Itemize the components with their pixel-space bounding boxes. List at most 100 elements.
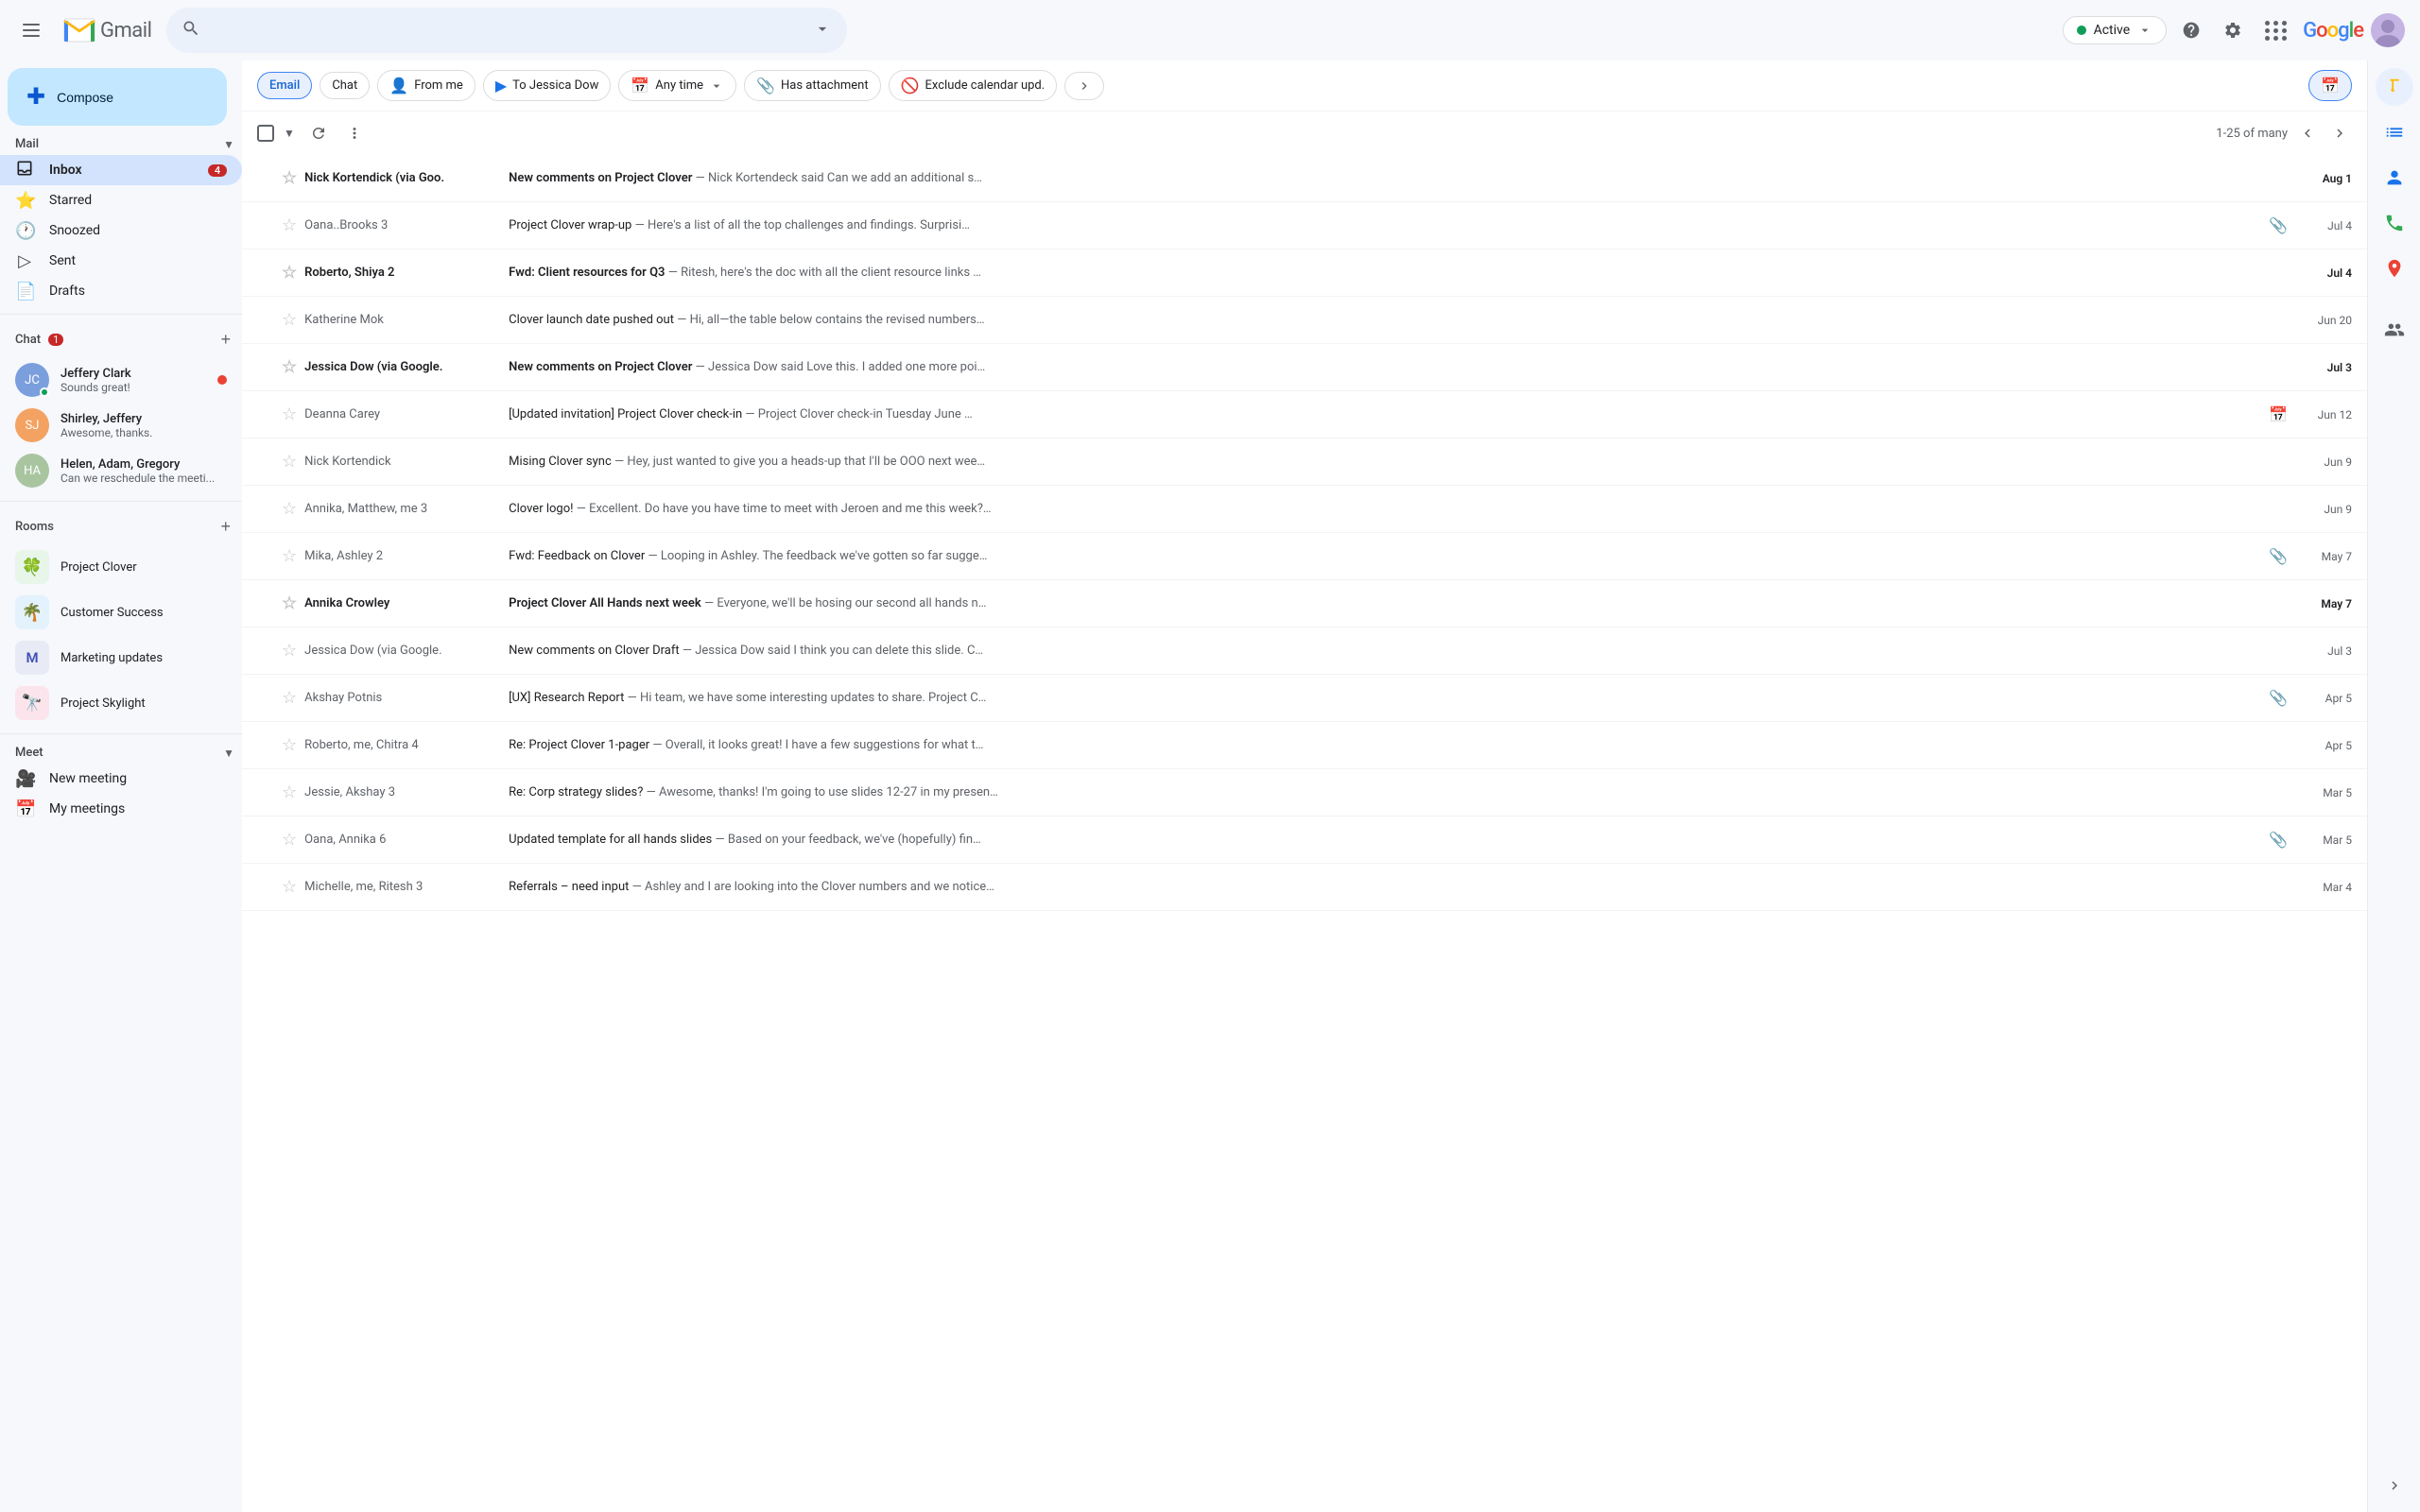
drafts-icon: 📄 xyxy=(15,282,34,301)
chat-section-header[interactable]: Chat 1 + xyxy=(0,322,242,357)
sidebar-item-inbox[interactable]: Inbox 4 xyxy=(0,155,242,185)
apps-button[interactable] xyxy=(2257,13,2295,48)
room-item-0[interactable]: 🍀 Project Clover xyxy=(0,544,242,590)
email-row[interactable]: ☆ Jessica Dow (via Google. New comments … xyxy=(242,627,2367,675)
star-icon[interactable]: ☆ xyxy=(282,263,297,283)
chat-item-0[interactable]: JC Jeffery Clark Sounds great! xyxy=(0,357,242,403)
chat-item-1[interactable]: SJ Shirley, Jeffery Awesome, thanks. xyxy=(0,403,242,448)
compose-button[interactable]: ✚ Compose xyxy=(8,68,227,126)
contacts-panel-icon[interactable] xyxy=(2376,159,2413,197)
hamburger-button[interactable] xyxy=(15,14,47,46)
star-icon[interactable]: ☆ xyxy=(282,782,297,802)
filter-to-jessica[interactable]: ▶ To Jessica Dow xyxy=(483,70,612,101)
prev-page-button[interactable] xyxy=(2295,121,2320,146)
filter-from-me[interactable]: 👤 From me xyxy=(377,70,475,101)
email-row[interactable]: ☆ Annika, Matthew, me 3 Clover logo! — E… xyxy=(242,486,2367,533)
help-button[interactable] xyxy=(2174,13,2208,47)
star-icon[interactable]: ☆ xyxy=(282,215,297,235)
star-icon[interactable]: ☆ xyxy=(282,546,297,566)
star-icon[interactable]: ☆ xyxy=(282,830,297,850)
chat-item-2[interactable]: HA Helen, Adam, Gregory Can we reschedul… xyxy=(0,448,242,493)
people-panel-icon[interactable] xyxy=(2376,311,2413,349)
search-options-button[interactable] xyxy=(813,20,832,42)
settings-button[interactable] xyxy=(2216,13,2250,47)
chat-add-button[interactable]: + xyxy=(216,326,234,353)
email-row[interactable]: ☆ Roberto, me, Chitra 4 Re: Project Clov… xyxy=(242,722,2367,769)
rooms-section-header[interactable]: Rooms + xyxy=(0,509,242,544)
maps-panel-icon[interactable] xyxy=(2376,249,2413,287)
email-row[interactable]: ☆ Nick Kortendick (via Goo. New comments… xyxy=(242,155,2367,202)
meet-section-header[interactable]: Meet ▼ xyxy=(0,742,242,764)
star-icon[interactable]: ☆ xyxy=(282,499,297,519)
active-status-badge[interactable]: Active xyxy=(2063,16,2168,44)
email-row[interactable]: ☆ Nick Kortendick Mising Clover sync — H… xyxy=(242,438,2367,486)
email-row[interactable]: ☆ Akshay Potnis [UX] Research Report — H… xyxy=(242,675,2367,722)
select-dropdown-button[interactable]: ▼ xyxy=(282,125,297,142)
sidebar-item-starred[interactable]: ⭐ Starred xyxy=(0,185,242,215)
star-icon[interactable]: ☆ xyxy=(282,168,297,188)
star-icon[interactable]: ☆ xyxy=(282,310,297,330)
email-row[interactable]: ☆ Deanna Carey [Updated invitation] Proj… xyxy=(242,391,2367,438)
meet-new-meeting[interactable]: 🎥 New meeting xyxy=(0,764,242,794)
more-options-button[interactable] xyxy=(340,119,369,147)
email-row[interactable]: ☆ Jessie, Akshay 3 Re: Corp strategy sli… xyxy=(242,769,2367,816)
next-page-button[interactable] xyxy=(2327,121,2352,146)
filter-has-attachment[interactable]: 📎 Has attachment xyxy=(744,70,881,101)
filter-chat-tab[interactable]: Chat xyxy=(320,72,370,99)
room-item-1[interactable]: 🌴 Customer Success xyxy=(0,590,242,635)
star-icon[interactable]: ☆ xyxy=(282,593,297,613)
email-row[interactable]: ☆ Roberto, Shiya 2 Fwd: Client resources… xyxy=(242,249,2367,297)
refresh-button[interactable] xyxy=(304,119,333,147)
compose-label: Compose xyxy=(57,90,113,105)
filter-email-tab[interactable]: Email xyxy=(257,72,312,99)
email-subject: Project Clover wrap-up — Here's a list o… xyxy=(493,218,2269,232)
filter-exclude-calendar[interactable]: 🚫 Exclude calendar upd. xyxy=(889,70,1058,101)
email-sender: Mika, Ashley 2 xyxy=(304,549,493,563)
meet-my-meetings[interactable]: 📅 My meetings xyxy=(0,794,242,824)
star-icon[interactable]: ☆ xyxy=(282,641,297,661)
email-row[interactable]: ☆ Oana..Brooks 3 Project Clover wrap-up … xyxy=(242,202,2367,249)
email-row[interactable]: ☆ Katherine Mok Clover launch date pushe… xyxy=(242,297,2367,344)
star-icon[interactable]: ☆ xyxy=(282,452,297,472)
email-row[interactable]: ☆ Michelle, me, Ritesh 3 Referrals – nee… xyxy=(242,864,2367,911)
sidebar-item-drafts[interactable]: 📄 Drafts xyxy=(0,276,242,306)
select-all-checkbox[interactable] xyxy=(257,125,274,142)
star-icon[interactable]: ☆ xyxy=(282,735,297,755)
filter-any-time[interactable]: 📅 Any time xyxy=(618,70,736,101)
from-me-icon: 👤 xyxy=(389,77,408,94)
phone-panel-icon[interactable] xyxy=(2376,204,2413,242)
gmail-logo[interactable]: Gmail xyxy=(62,13,151,47)
room-item-2[interactable]: M Marketing updates xyxy=(0,635,242,680)
email-sender: Oana..Brooks 3 xyxy=(304,218,493,232)
user-avatar[interactable] xyxy=(2371,13,2405,47)
keep-panel-icon[interactable] xyxy=(2376,68,2413,106)
email-sender: Jessica Dow (via Google. xyxy=(304,360,493,374)
email-row[interactable]: ☆ Mika, Ashley 2 Fwd: Feedback on Clover… xyxy=(242,533,2367,580)
email-date: Apr 5 xyxy=(2295,739,2352,752)
search-input[interactable]: Project Clover xyxy=(166,8,847,53)
star-icon[interactable]: ☆ xyxy=(282,688,297,708)
filter-calendar-chip[interactable]: 📅 xyxy=(2308,70,2352,101)
star-icon[interactable]: ☆ xyxy=(282,877,297,897)
sent-label: Sent xyxy=(49,253,227,268)
email-row[interactable]: ☆ Jessica Dow (via Google. New comments … xyxy=(242,344,2367,391)
subject-text: Re: Project Clover 1-pager xyxy=(509,738,649,752)
mail-section-header[interactable]: Mail ▼ xyxy=(0,133,242,155)
email-date: Jun 9 xyxy=(2295,455,2352,469)
star-icon[interactable]: ☆ xyxy=(282,357,297,377)
email-sender: Annika Crowley xyxy=(304,596,493,610)
filter-more-button[interactable] xyxy=(1064,72,1104,100)
room-item-3[interactable]: 🔭 Project Skylight xyxy=(0,680,242,726)
email-row[interactable]: ☆ Annika Crowley Project Clover All Hand… xyxy=(242,580,2367,627)
meet-collapse-arrow: ▼ xyxy=(223,747,234,760)
email-subject: New comments on Project Clover — Jessica… xyxy=(493,360,2288,374)
sidebar-item-snoozed[interactable]: 🕐 Snoozed xyxy=(0,215,242,246)
sidebar-item-sent[interactable]: ▷ Sent xyxy=(0,246,242,276)
expand-panel-icon[interactable] xyxy=(2376,1467,2413,1504)
top-bar: Gmail Project Clover Active xyxy=(0,0,2420,60)
rooms-add-button[interactable]: + xyxy=(216,513,234,541)
tasks-panel-icon[interactable] xyxy=(2376,113,2413,151)
new-meeting-label: New meeting xyxy=(49,771,127,786)
email-row[interactable]: ☆ Oana, Annika 6 Updated template for al… xyxy=(242,816,2367,864)
star-icon[interactable]: ☆ xyxy=(282,404,297,424)
